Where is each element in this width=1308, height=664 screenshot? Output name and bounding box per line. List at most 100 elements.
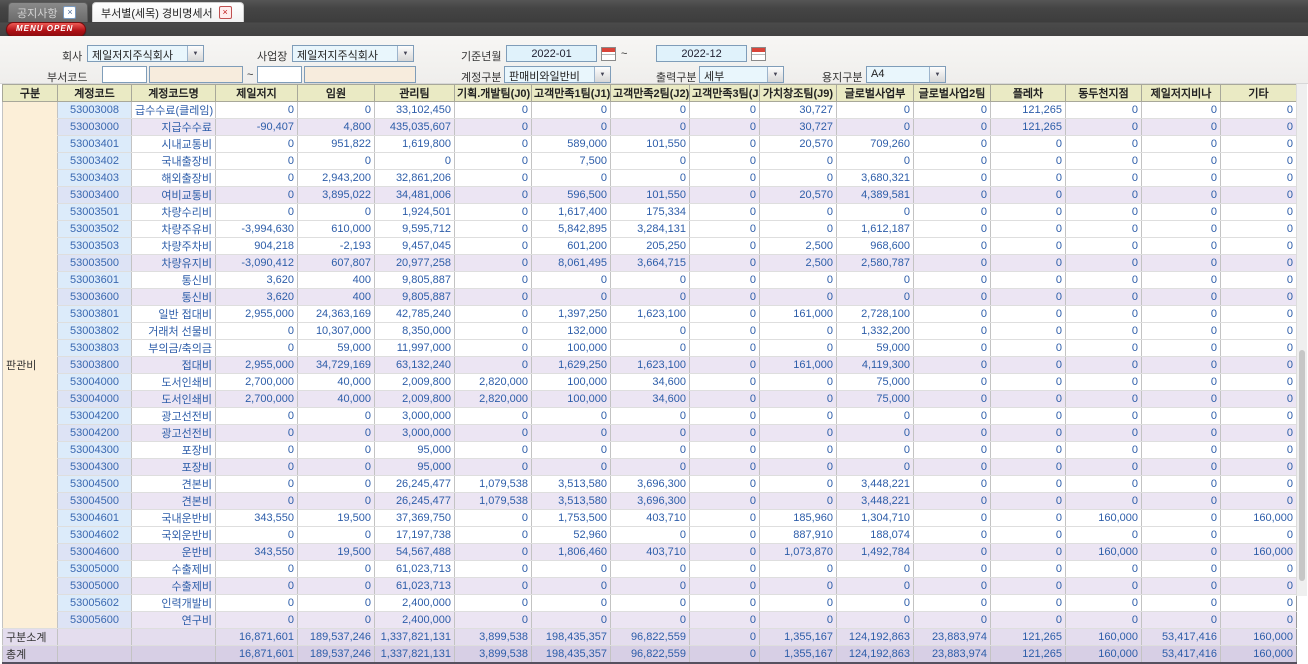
amount-cell: 904,218 bbox=[215, 237, 298, 255]
amount-cell: 4,389,581 bbox=[836, 186, 914, 204]
amount-cell: 0 bbox=[913, 118, 991, 136]
amount-cell: 4,800 bbox=[297, 118, 375, 136]
amount-cell: 1,304,710 bbox=[836, 509, 914, 527]
amount-cell: 0 bbox=[297, 407, 375, 425]
amount-cell: 0 bbox=[836, 407, 914, 425]
account-code-cell: 53005600 bbox=[57, 611, 132, 629]
amount-cell: 9,595,712 bbox=[374, 220, 455, 238]
account-type-select[interactable]: 판매비와일반비 ▼ bbox=[504, 66, 611, 83]
close-icon[interactable]: × bbox=[63, 6, 77, 19]
chevron-down-icon[interactable]: ▼ bbox=[767, 67, 783, 82]
amount-cell: 0 bbox=[689, 322, 760, 340]
account-name-cell: 지급수수료 bbox=[131, 118, 216, 136]
amount-cell: 34,600 bbox=[610, 373, 690, 391]
amount-cell: 100,000 bbox=[531, 339, 611, 357]
amount-cell: 0 bbox=[215, 339, 298, 357]
dept-from-code-input[interactable] bbox=[102, 66, 147, 83]
chevron-down-icon[interactable]: ▼ bbox=[594, 67, 610, 82]
amount-cell: 3,899,538 bbox=[454, 645, 532, 664]
account-name-cell: 차량주유비 bbox=[131, 220, 216, 238]
amount-cell: 0 bbox=[531, 577, 611, 595]
grid-header: 구분 계정코드 계정코드명 제일저지 임원 관리팀 기획.개발팀(J0) 고객만족1팀(J1)… bbox=[2, 84, 1297, 102]
amount-cell: 23,883,974 bbox=[913, 628, 991, 646]
amount-cell: 0 bbox=[215, 458, 298, 476]
account-name-cell: 광고선전비 bbox=[131, 407, 216, 425]
amount-cell: 0 bbox=[689, 118, 760, 136]
amount-cell: 0 bbox=[913, 237, 991, 255]
site-select[interactable]: 제일저지주식회사 ▼ bbox=[292, 45, 414, 62]
amount-cell: 37,369,750 bbox=[374, 509, 455, 527]
company-select[interactable]: 제일저지주식회사 ▼ bbox=[87, 45, 204, 62]
table-row: 53003800 접대비 2,955,000 34,729,169 63,132,240… bbox=[3, 356, 1297, 374]
amount-cell: 20,570 bbox=[759, 135, 837, 153]
subtotal-row: 구분소계 16,871,601 189,537,246 1,337,821,131 3,… bbox=[2, 628, 1297, 646]
dept-to-code-input[interactable] bbox=[257, 66, 302, 83]
account-code-cell: 53003800 bbox=[57, 356, 132, 374]
amount-cell: 0 bbox=[990, 373, 1066, 391]
chevron-down-icon[interactable]: ▼ bbox=[187, 46, 203, 61]
period-from-input[interactable] bbox=[506, 45, 597, 62]
tab-notice[interactable]: 공지사항 × bbox=[8, 2, 88, 22]
amount-cell: 0 bbox=[759, 288, 837, 306]
amount-cell: 0 bbox=[759, 169, 837, 187]
amount-cell: -3,994,630 bbox=[215, 220, 298, 238]
account-code-cell: 53004601 bbox=[57, 509, 132, 527]
amount-cell: 0 bbox=[990, 560, 1066, 578]
paper-type-select[interactable]: A4 ▼ bbox=[866, 66, 946, 83]
account-code-cell: 53004200 bbox=[57, 407, 132, 425]
amount-cell: 3,696,300 bbox=[610, 475, 690, 493]
output-type-select[interactable]: 세부 ▼ bbox=[699, 66, 784, 83]
close-icon[interactable]: × bbox=[218, 6, 232, 19]
amount-cell: 0 bbox=[215, 101, 298, 119]
amount-cell: 0 bbox=[689, 407, 760, 425]
dept-from-name-field[interactable] bbox=[149, 66, 243, 83]
amount-cell: 3,680,321 bbox=[836, 169, 914, 187]
amount-cell: 2,500 bbox=[759, 237, 837, 255]
period-to-input[interactable] bbox=[656, 45, 747, 62]
amount-cell: 0 bbox=[1141, 237, 1221, 255]
account-code-cell: 53003802 bbox=[57, 322, 132, 340]
tab-expense-report[interactable]: 부서별(세목) 경비명세서 × bbox=[92, 2, 244, 22]
amount-cell: 0 bbox=[454, 169, 532, 187]
amount-cell: 160,000 bbox=[1220, 543, 1297, 561]
amount-cell: 589,000 bbox=[531, 135, 611, 153]
amount-cell: 0 bbox=[913, 271, 991, 289]
table-row: 53003402 국내출장비 0 0 0 0 7,500 0 0 0 0 0 0 0 0 0 bbox=[3, 152, 1297, 170]
table-row: 53004000 도서인쇄비 2,700,000 40,000 2,009,800 2,8… bbox=[3, 373, 1297, 391]
table-row: 53003802 거래처 선물비 0 10,307,000 8,350,000 0 132,… bbox=[3, 322, 1297, 340]
amount-cell: 0 bbox=[454, 305, 532, 323]
empty-cell bbox=[131, 645, 216, 664]
amount-cell: 0 bbox=[215, 594, 298, 612]
account-name-cell: 차량수리비 bbox=[131, 203, 216, 221]
table-row: 53004600 운반비 343,550 19,500 54,567,488 0 1,806… bbox=[3, 543, 1297, 561]
account-name-cell: 광고선전비 bbox=[131, 424, 216, 442]
amount-cell: 0 bbox=[913, 152, 991, 170]
amount-cell: 0 bbox=[689, 203, 760, 221]
group-cell: 판관비 bbox=[2, 101, 58, 629]
chevron-down-icon[interactable]: ▼ bbox=[929, 67, 945, 82]
amount-cell: 0 bbox=[454, 322, 532, 340]
calendar-icon[interactable] bbox=[751, 47, 766, 61]
calendar-icon[interactable] bbox=[601, 47, 616, 61]
amount-cell: 0 bbox=[1141, 407, 1221, 425]
amount-cell: 0 bbox=[1220, 220, 1297, 238]
amount-cell: 0 bbox=[610, 424, 690, 442]
amount-cell: 0 bbox=[1141, 203, 1221, 221]
account-code-cell: 53005000 bbox=[57, 560, 132, 578]
amount-cell: 403,710 bbox=[610, 509, 690, 527]
amount-cell: 0 bbox=[689, 628, 760, 646]
menu-open-button[interactable]: MENU OPEN bbox=[6, 22, 87, 37]
dept-to-name-field[interactable] bbox=[304, 66, 416, 83]
account-code-cell: 53003000 bbox=[57, 118, 132, 136]
amount-cell: 0 bbox=[1220, 373, 1297, 391]
amount-cell: 1,355,167 bbox=[759, 645, 837, 664]
amount-cell: 161,000 bbox=[759, 305, 837, 323]
amount-cell: 0 bbox=[1141, 475, 1221, 493]
vertical-scrollbar[interactable] bbox=[1296, 84, 1307, 596]
chevron-down-icon[interactable]: ▼ bbox=[397, 46, 413, 61]
amount-cell: 0 bbox=[1220, 339, 1297, 357]
amount-cell: 0 bbox=[990, 152, 1066, 170]
amount-cell: 0 bbox=[1220, 356, 1297, 374]
amount-cell: 0 bbox=[990, 322, 1066, 340]
scrollbar-thumb[interactable] bbox=[1299, 350, 1305, 581]
